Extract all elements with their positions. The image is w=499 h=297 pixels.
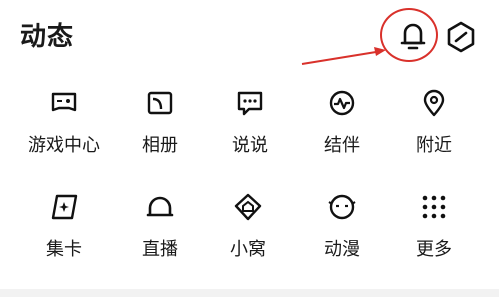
hexagon-slash-icon [447, 21, 475, 53]
grid-item-label: 结伴 [324, 135, 360, 156]
grid-item-label: 直播 [142, 239, 178, 260]
grid-item-card-collect[interactable]: 集卡 [16, 190, 112, 280]
bell-icon [400, 23, 426, 50]
grid-item-nearby[interactable]: 附近 [386, 86, 482, 176]
page-title: 动态 [20, 22, 75, 52]
grid-item-game-center[interactable]: 游戏中心 [16, 86, 112, 176]
grid-item-anime[interactable]: 动漫 [294, 190, 390, 280]
anime-face-icon [328, 194, 356, 220]
partner-pulse-icon [329, 90, 355, 116]
grid-item-nest[interactable]: 小窝 [200, 190, 296, 280]
annotation-arrow [301, 47, 386, 65]
home-nest-icon [234, 193, 262, 221]
notification-bell-button[interactable] [398, 19, 428, 51]
grid-item-label: 更多 [416, 239, 452, 260]
chat-bubble-icon [237, 91, 263, 116]
grid-item-label: 相册 [142, 135, 178, 156]
game-center-icon [51, 92, 77, 112]
bottom-divider [0, 289, 499, 297]
grid-item-label: 动漫 [324, 239, 360, 260]
grid-item-live[interactable]: 直播 [112, 190, 208, 280]
grid-item-label: 附近 [416, 135, 452, 156]
grid-item-label: 说说 [232, 135, 268, 156]
live-arch-icon [146, 196, 174, 217]
hexagon-button[interactable] [446, 20, 476, 54]
header: 动态 [0, 0, 499, 80]
grid-item-more[interactable]: 更多 [386, 190, 482, 280]
grid-item-shuoshuo[interactable]: 说说 [202, 86, 298, 176]
location-pin-icon [423, 89, 445, 117]
grid-item-label: 游戏中心 [28, 135, 100, 156]
grid-item-partner[interactable]: 结伴 [294, 86, 390, 176]
grid-item-label: 小窝 [230, 239, 266, 260]
grid-item-label: 集卡 [46, 239, 82, 260]
card-collect-icon [51, 194, 78, 220]
more-grid-icon [422, 195, 446, 219]
photo-album-icon [147, 91, 173, 115]
grid-item-album[interactable]: 相册 [112, 86, 208, 176]
